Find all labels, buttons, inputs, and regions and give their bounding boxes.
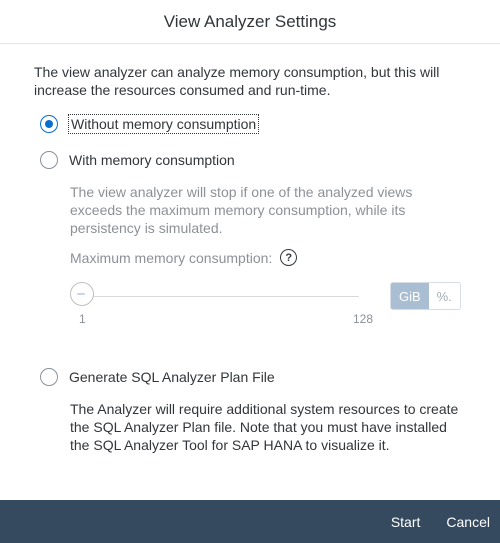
radio-button[interactable] (40, 368, 58, 386)
unit-gib-button[interactable]: GiB (391, 283, 429, 309)
radio-button-selected[interactable] (40, 115, 58, 133)
radio-with-memory[interactable]: With memory consumption (40, 145, 466, 175)
radio-sql-plan[interactable]: Generate SQL Analyzer Plan File (40, 362, 466, 392)
radio-button[interactable] (40, 151, 58, 169)
slider-max-label: 128 (353, 312, 374, 326)
radio-label-without-memory: Without memory consumption (67, 114, 260, 134)
dialog-header: View Analyzer Settings (0, 0, 500, 44)
sql-plan-section: Generate SQL Analyzer Plan File The Anal… (34, 362, 466, 454)
radio-label-sql-plan: Generate SQL Analyzer Plan File (69, 369, 275, 385)
intro-text: The view analyzer can analyze memory con… (34, 64, 440, 98)
slider-handle[interactable] (70, 282, 94, 306)
memory-settings-panel: The view analyzer will stop if one of th… (70, 183, 466, 336)
unit-percent-button[interactable]: %. (428, 283, 460, 309)
slider-min-label: 1 (79, 312, 86, 326)
dialog-content: The view analyzer can analyze memory con… (0, 44, 500, 454)
question-icon[interactable]: ? (280, 249, 298, 266)
start-button[interactable]: Start (391, 514, 421, 530)
max-memory-row: Maximum memory consumption: ? (70, 249, 466, 266)
sql-plan-description: The Analyzer will require additional sys… (70, 401, 459, 453)
view-analyzer-settings-dialog: View Analyzer Settings The view analyzer… (0, 0, 500, 543)
radio-without-memory[interactable]: Without memory consumption (40, 109, 466, 139)
cancel-button[interactable]: Cancel (446, 514, 490, 530)
memory-description: The view analyzer will stop if one of th… (70, 184, 413, 236)
dialog-footer: Start Cancel (0, 500, 500, 543)
max-memory-label: Maximum memory consumption: (70, 249, 273, 266)
memory-slider[interactable]: 1 128 GiB %. (70, 272, 466, 336)
slider-track[interactable] (84, 296, 359, 297)
radio-label-with-memory: With memory consumption (69, 152, 235, 168)
dialog-title: View Analyzer Settings (163, 11, 337, 31)
unit-toggle[interactable]: GiB %. (390, 282, 461, 310)
